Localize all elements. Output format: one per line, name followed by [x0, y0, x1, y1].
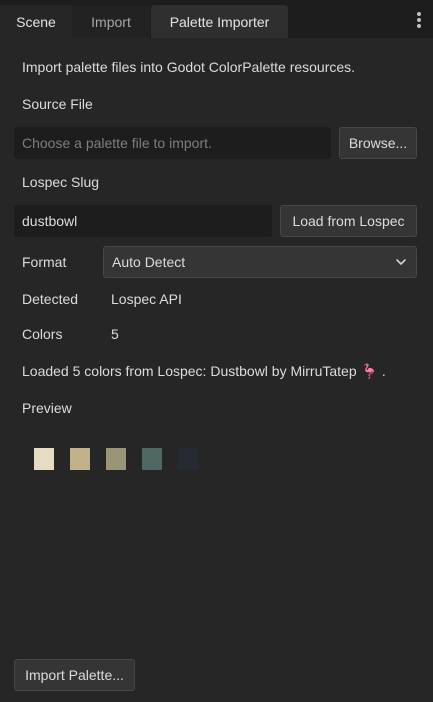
color-swatch[interactable] — [70, 448, 90, 470]
lospec-slug-input[interactable]: dustbowl — [14, 205, 272, 237]
color-swatch[interactable] — [142, 448, 162, 470]
source-file-label: Source File — [22, 96, 93, 112]
preview-label: Preview — [22, 400, 72, 416]
tab-bar: Scene Import Palette Importer — [0, 0, 433, 38]
format-selected-value: Auto Detect — [112, 254, 186, 270]
color-swatch[interactable] — [106, 448, 126, 470]
color-swatch[interactable] — [34, 448, 54, 470]
chevron-down-icon — [396, 259, 406, 265]
lospec-slug-value: dustbowl — [22, 213, 78, 229]
detected-label: Detected — [22, 291, 79, 307]
import-palette-button[interactable]: Import Palette... — [14, 659, 135, 691]
tab-scene[interactable]: Scene — [0, 5, 72, 38]
more-options-icon[interactable] — [417, 12, 421, 28]
colors-value: 5 — [111, 326, 119, 342]
colors-label: Colors — [22, 326, 63, 342]
detected-value: Lospec API — [111, 291, 182, 307]
source-file-input[interactable]: Choose a palette file to import. — [14, 127, 331, 159]
tab-import[interactable]: Import — [72, 5, 150, 38]
lospec-slug-label: Lospec Slug — [22, 174, 100, 190]
browse-button[interactable]: Browse... — [339, 127, 417, 159]
format-select[interactable]: Auto Detect — [103, 246, 417, 278]
source-file-placeholder: Choose a palette file to import. — [22, 135, 212, 151]
status-message: Loaded 5 colors from Lospec: Dustbowl by… — [22, 363, 386, 379]
format-label: Format — [22, 254, 67, 270]
tab-palette-importer[interactable]: Palette Importer — [151, 5, 288, 38]
color-swatch[interactable] — [178, 448, 198, 470]
load-from-lospec-button[interactable]: Load from Lospec — [280, 205, 417, 237]
description-text: Import palette files into Godot ColorPal… — [22, 59, 356, 75]
